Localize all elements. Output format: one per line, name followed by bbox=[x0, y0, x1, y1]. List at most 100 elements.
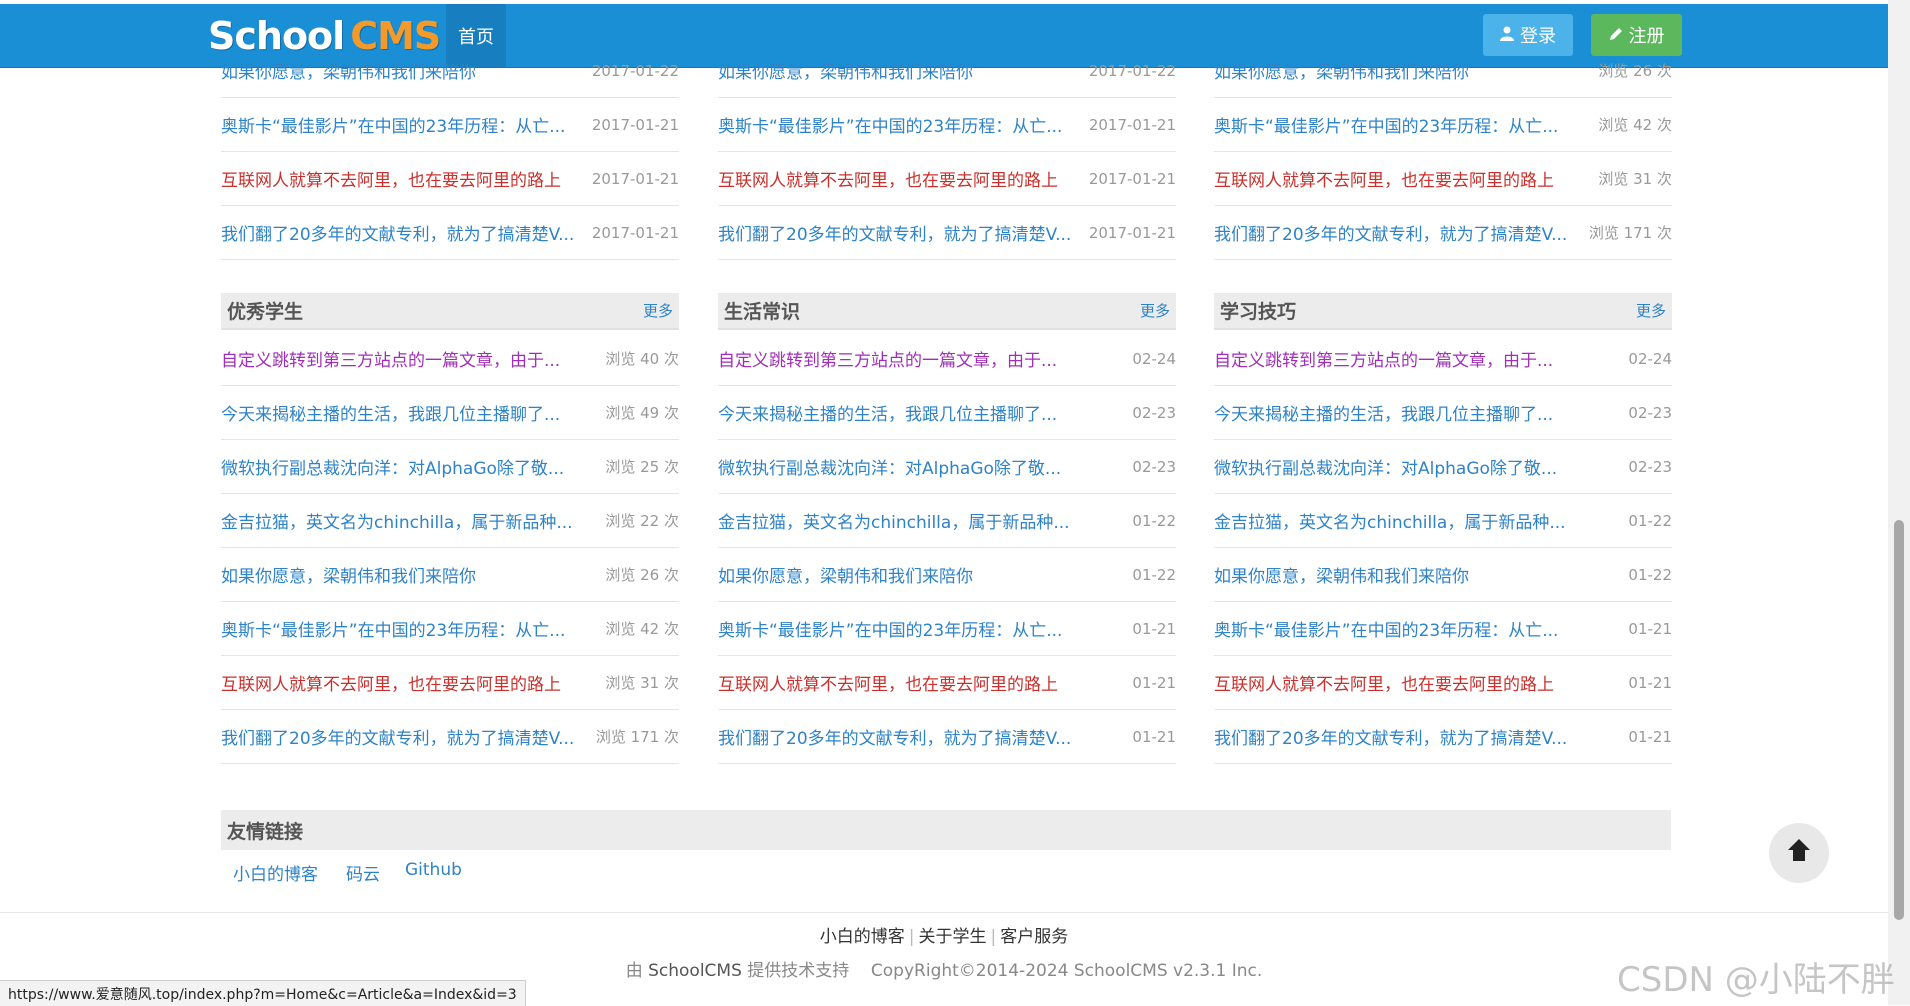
list-item[interactable]: 今天来揭秘主播的生活，我跟几位主播聊了... 02-23 bbox=[1214, 386, 1672, 440]
article-title-link[interactable]: 今天来揭秘主播的生活，我跟几位主播聊了... bbox=[221, 400, 560, 425]
article-title-link[interactable]: 我们翻了20多年的文献专利，就为了搞清楚V... bbox=[221, 724, 574, 749]
list-item[interactable]: 我们翻了20多年的文献专利，就为了搞清楚V... 01-21 bbox=[718, 710, 1176, 764]
footer-link-about[interactable]: 关于学生 bbox=[919, 927, 987, 947]
list-item[interactable]: 奥斯卡“最佳影片”在中国的23年历程：从亡... 01-21 bbox=[1214, 602, 1672, 656]
article-title-link[interactable]: 自定义跳转到第三方站点的一篇文章，由于... bbox=[718, 346, 1057, 371]
article-title-link[interactable]: 如果你愿意，梁朝伟和我们来陪你 bbox=[1214, 58, 1469, 83]
friend-link-gitee[interactable]: 码云 bbox=[346, 860, 380, 885]
article-title-link[interactable]: 互联网人就算不去阿里，也在要去阿里的路上 bbox=[221, 670, 561, 695]
list-item[interactable]: 奥斯卡“最佳影片”在中国的23年历程：从亡... 2017-01-21 bbox=[221, 98, 679, 152]
list-item[interactable]: 互联网人就算不去阿里，也在要去阿里的路上 浏览 31 次 bbox=[1214, 152, 1672, 206]
article-meta: 浏览 42 次 bbox=[1598, 116, 1672, 134]
article-title-link[interactable]: 互联网人就算不去阿里，也在要去阿里的路上 bbox=[221, 166, 561, 191]
list-item[interactable]: 我们翻了20多年的文献专利，就为了搞清楚V... 01-21 bbox=[1214, 710, 1672, 764]
list-item[interactable]: 我们翻了20多年的文献专利，就为了搞清楚V... 浏览 171 次 bbox=[221, 710, 679, 764]
category-header: 生活常识 更多 bbox=[718, 293, 1176, 330]
article-title-link[interactable]: 如果你愿意，梁朝伟和我们来陪你 bbox=[1214, 562, 1469, 587]
article-title-link[interactable]: 金吉拉猫，英文名为chinchilla，属于新品种... bbox=[1214, 508, 1566, 533]
article-title-link[interactable]: 奥斯卡“最佳影片”在中国的23年历程：从亡... bbox=[221, 616, 565, 641]
article-meta: 02-23 bbox=[1628, 457, 1672, 476]
article-title-link[interactable]: 互联网人就算不去阿里，也在要去阿里的路上 bbox=[1214, 166, 1554, 191]
list-item[interactable]: 自定义跳转到第三方站点的一篇文章，由于... 02-24 bbox=[718, 332, 1176, 386]
article-title-link[interactable]: 微软执行副总裁沈向洋：对AlphaGo除了敬... bbox=[221, 454, 564, 479]
list-item[interactable]: 如果你愿意，梁朝伟和我们来陪你 2017-01-22 bbox=[221, 44, 679, 98]
article-title-link[interactable]: 奥斯卡“最佳影片”在中国的23年历程：从亡... bbox=[718, 616, 1062, 641]
article-title-link[interactable]: 奥斯卡“最佳影片”在中国的23年历程：从亡... bbox=[1214, 616, 1558, 641]
article-title-link[interactable]: 今天来揭秘主播的生活，我跟几位主播聊了... bbox=[1214, 400, 1553, 425]
powered-brand[interactable]: SchoolCMS bbox=[648, 961, 742, 981]
list-item[interactable]: 自定义跳转到第三方站点的一篇文章，由于... 浏览 40 次 bbox=[221, 332, 679, 386]
list-item[interactable]: 奥斯卡“最佳影片”在中国的23年历程：从亡... 01-21 bbox=[718, 602, 1176, 656]
article-meta: 2017-01-21 bbox=[1088, 115, 1176, 134]
list-item[interactable]: 自定义跳转到第三方站点的一篇文章，由于... 02-24 bbox=[1214, 332, 1672, 386]
article-meta: 01-21 bbox=[1132, 727, 1176, 746]
article-title-link[interactable]: 金吉拉猫，英文名为chinchilla，属于新品种... bbox=[221, 508, 573, 533]
list-item[interactable]: 我们翻了20多年的文献专利，就为了搞清楚V... 2017-01-21 bbox=[221, 206, 679, 260]
friend-link-github[interactable]: Github bbox=[405, 860, 462, 880]
article-title-link[interactable]: 互联网人就算不去阿里，也在要去阿里的路上 bbox=[718, 166, 1058, 191]
article-title-link[interactable]: 如果你愿意，梁朝伟和我们来陪你 bbox=[718, 562, 973, 587]
article-title-link[interactable]: 微软执行副总裁沈向洋：对AlphaGo除了敬... bbox=[718, 454, 1061, 479]
category-more-link[interactable]: 更多 bbox=[1140, 300, 1170, 321]
copyright-text: CopyRight©2014-2024 SchoolCMS v2.3.1 Inc… bbox=[870, 961, 1263, 981]
list-item[interactable]: 互联网人就算不去阿里，也在要去阿里的路上 浏览 31 次 bbox=[221, 656, 679, 710]
list-item[interactable]: 如果你愿意，梁朝伟和我们来陪你 01-22 bbox=[718, 548, 1176, 602]
list-item[interactable]: 今天来揭秘主播的生活，我跟几位主播聊了... 02-23 bbox=[718, 386, 1176, 440]
list-item[interactable]: 微软执行副总裁沈向洋：对AlphaGo除了敬... 02-23 bbox=[1214, 440, 1672, 494]
article-meta: 浏览 171 次 bbox=[1588, 224, 1672, 242]
scrollbar-thumb[interactable] bbox=[1894, 520, 1904, 920]
list-item[interactable]: 互联网人就算不去阿里，也在要去阿里的路上 01-21 bbox=[718, 656, 1176, 710]
article-title-link[interactable]: 我们翻了20多年的文献专利，就为了搞清楚V... bbox=[718, 724, 1071, 749]
article-meta: 2017-01-21 bbox=[1088, 169, 1176, 188]
article-title-link[interactable]: 互联网人就算不去阿里，也在要去阿里的路上 bbox=[1214, 670, 1554, 695]
list-item[interactable]: 今天来揭秘主播的生活，我跟几位主播聊了... 浏览 49 次 bbox=[221, 386, 679, 440]
list-item[interactable]: 如果你愿意，梁朝伟和我们来陪你 01-22 bbox=[1214, 548, 1672, 602]
list-item[interactable]: 奥斯卡“最佳影片”在中国的23年历程：从亡... 2017-01-21 bbox=[718, 98, 1176, 152]
article-title-link[interactable]: 如果你愿意，梁朝伟和我们来陪你 bbox=[221, 58, 476, 83]
footer-separator: | bbox=[908, 927, 915, 947]
back-to-top-button[interactable] bbox=[1769, 823, 1829, 883]
article-meta: 01-22 bbox=[1132, 565, 1176, 584]
friend-link-blog[interactable]: 小白的博客 bbox=[233, 860, 318, 885]
article-title-link[interactable]: 如果你愿意，梁朝伟和我们来陪你 bbox=[221, 562, 476, 587]
article-title-link[interactable]: 自定义跳转到第三方站点的一篇文章，由于... bbox=[221, 346, 560, 371]
article-title-link[interactable]: 金吉拉猫，英文名为chinchilla，属于新品种... bbox=[718, 508, 1070, 533]
list-item[interactable]: 我们翻了20多年的文献专利，就为了搞清楚V... 2017-01-21 bbox=[718, 206, 1176, 260]
list-item[interactable]: 微软执行副总裁沈向洋：对AlphaGo除了敬... 浏览 25 次 bbox=[221, 440, 679, 494]
list-item[interactable]: 金吉拉猫，英文名为chinchilla，属于新品种... 浏览 22 次 bbox=[221, 494, 679, 548]
article-title-link[interactable]: 如果你愿意，梁朝伟和我们来陪你 bbox=[718, 58, 973, 83]
article-title-link[interactable]: 今天来揭秘主播的生活，我跟几位主播聊了... bbox=[718, 400, 1057, 425]
article-title-link[interactable]: 我们翻了20多年的文献专利，就为了搞清楚V... bbox=[221, 220, 574, 245]
list-item[interactable]: 互联网人就算不去阿里，也在要去阿里的路上 2017-01-21 bbox=[718, 152, 1176, 206]
footer-link-service[interactable]: 客户服务 bbox=[1000, 927, 1068, 947]
article-meta: 2017-01-21 bbox=[591, 223, 679, 242]
category-more-link[interactable]: 更多 bbox=[1636, 300, 1666, 321]
list-item[interactable]: 微软执行副总裁沈向洋：对AlphaGo除了敬... 02-23 bbox=[718, 440, 1176, 494]
list-item[interactable]: 奥斯卡“最佳影片”在中国的23年历程：从亡... 浏览 42 次 bbox=[221, 602, 679, 656]
list-item[interactable]: 金吉拉猫，英文名为chinchilla，属于新品种... 01-22 bbox=[1214, 494, 1672, 548]
article-title-link[interactable]: 互联网人就算不去阿里，也在要去阿里的路上 bbox=[718, 670, 1058, 695]
list-item[interactable]: 我们翻了20多年的文献专利，就为了搞清楚V... 浏览 171 次 bbox=[1214, 206, 1672, 260]
article-title-link[interactable]: 我们翻了20多年的文献专利，就为了搞清楚V... bbox=[718, 220, 1071, 245]
list-item[interactable]: 奥斯卡“最佳影片”在中国的23年历程：从亡... 浏览 42 次 bbox=[1214, 98, 1672, 152]
category-title: 优秀学生 bbox=[227, 301, 304, 323]
article-title-link[interactable]: 我们翻了20多年的文献专利，就为了搞清楚V... bbox=[1214, 220, 1567, 245]
article-title-link[interactable]: 微软执行副总裁沈向洋：对AlphaGo除了敬... bbox=[1214, 454, 1557, 479]
article-title-link[interactable]: 奥斯卡“最佳影片”在中国的23年历程：从亡... bbox=[221, 112, 565, 137]
article-title-link[interactable]: 我们翻了20多年的文献专利，就为了搞清楚V... bbox=[1214, 724, 1567, 749]
list-item[interactable]: 金吉拉猫，英文名为chinchilla，属于新品种... 01-22 bbox=[718, 494, 1176, 548]
list-item[interactable]: 如果你愿意，梁朝伟和我们来陪你 浏览 26 次 bbox=[1214, 44, 1672, 98]
article-title-link[interactable]: 奥斯卡“最佳影片”在中国的23年历程：从亡... bbox=[1214, 112, 1558, 137]
list-item[interactable]: 如果你愿意，梁朝伟和我们来陪你 2017-01-22 bbox=[718, 44, 1176, 98]
category-more-link[interactable]: 更多 bbox=[643, 300, 673, 321]
list-item[interactable]: 如果你愿意，梁朝伟和我们来陪你 浏览 26 次 bbox=[221, 548, 679, 602]
article-meta: 01-22 bbox=[1132, 511, 1176, 530]
user-icon bbox=[1500, 26, 1514, 45]
article-title-link[interactable]: 奥斯卡“最佳影片”在中国的23年历程：从亡... bbox=[718, 112, 1062, 137]
footer-divider bbox=[0, 912, 1888, 913]
footer-link-blog[interactable]: 小白的博客 bbox=[820, 927, 905, 947]
article-title-link[interactable]: 自定义跳转到第三方站点的一篇文章，由于... bbox=[1214, 346, 1553, 371]
list-item[interactable]: 互联网人就算不去阿里，也在要去阿里的路上 2017-01-21 bbox=[221, 152, 679, 206]
list-item[interactable]: 互联网人就算不去阿里，也在要去阿里的路上 01-21 bbox=[1214, 656, 1672, 710]
article-meta: 浏览 26 次 bbox=[605, 566, 679, 584]
